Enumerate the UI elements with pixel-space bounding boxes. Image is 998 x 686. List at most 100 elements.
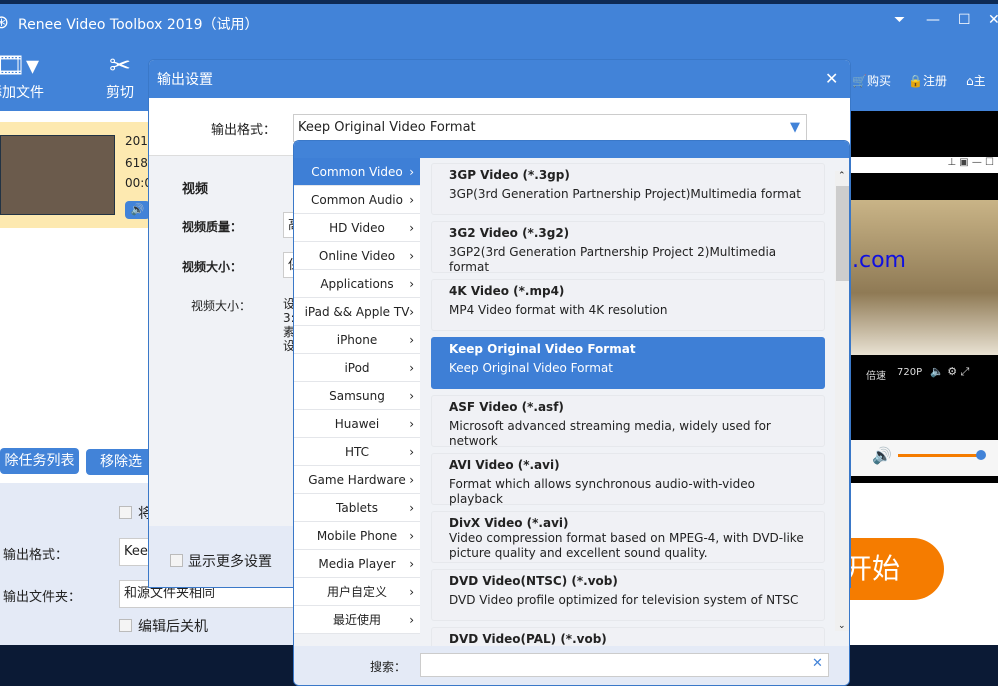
- category-label: Common Audio: [311, 193, 403, 207]
- category-item[interactable]: HTC ›: [294, 438, 420, 466]
- category-item[interactable]: Media Player ›: [294, 550, 420, 578]
- category-item[interactable]: iPhone ›: [294, 326, 420, 354]
- category-item[interactable]: Common Audio ›: [294, 186, 420, 214]
- volume-slider[interactable]: [898, 454, 982, 457]
- file-size: 618: [125, 156, 148, 170]
- format-item[interactable]: ASF Video (*.asf) Microsoft advanced stre…: [431, 395, 825, 448]
- player-window-bar: ⊥ ▣ — ☐: [850, 157, 998, 173]
- category-item[interactable]: 最近使用 ›: [294, 606, 420, 634]
- close-button[interactable]: ✕: [988, 12, 998, 28]
- video-thumbnail: [0, 135, 115, 215]
- chevron-right-icon: ›: [409, 221, 414, 235]
- chevron-right-icon: ›: [409, 361, 414, 375]
- format-title: 4K Video (*.mp4): [449, 284, 565, 298]
- chevron-right-icon: ›: [409, 389, 414, 403]
- quality-button[interactable]: 720P: [897, 367, 922, 378]
- category-item[interactable]: Mobile Phone ›: [294, 522, 420, 550]
- format-item[interactable]: 3G2 Video (*.3g2) 3GP2(3rd Generation Par…: [431, 221, 825, 274]
- dropdown-arrow-icon: ▼: [790, 120, 800, 135]
- volume-slider-handle[interactable]: [976, 450, 986, 460]
- chevron-right-icon: ›: [409, 585, 414, 599]
- lock-icon: 🔒: [908, 74, 923, 88]
- playback-controls: 🔊: [850, 440, 998, 476]
- format-item[interactable]: Keep Original Video Format Keep Original …: [431, 337, 825, 389]
- output-format-label: 输出格式：: [3, 548, 69, 563]
- format-title: 3GP Video (*.3gp): [449, 168, 570, 182]
- format-item[interactable]: 4K Video (*.mp4) MP4 Video format with 4K…: [431, 279, 825, 331]
- category-item[interactable]: iPad && Apple TV ›: [294, 298, 420, 326]
- category-item[interactable]: Game Hardware ›: [294, 466, 420, 494]
- player-volume-icon[interactable]: 🔈 ⚙ ⤢: [930, 365, 969, 379]
- remove-selected-button[interactable]: 移除选: [86, 449, 156, 475]
- chevron-right-icon: ›: [409, 249, 414, 263]
- search-label: 搜索：: [370, 660, 407, 674]
- minimize-button[interactable]: —: [926, 12, 940, 28]
- format-item[interactable]: AVI Video (*.avi) Format which allows syn…: [431, 453, 825, 506]
- chevron-right-icon: ›: [409, 445, 414, 459]
- chevron-right-icon: ›: [409, 305, 414, 319]
- chevron-right-icon: ›: [409, 193, 414, 207]
- category-item[interactable]: Tablets ›: [294, 494, 420, 522]
- category-label: HD Video: [329, 221, 385, 235]
- category-label: Mobile Phone: [316, 529, 398, 543]
- format-item[interactable]: 3GP Video (*.3gp) 3GP(3rd Generation Part…: [431, 163, 825, 215]
- video-section-title: 视频: [182, 182, 209, 197]
- category-item[interactable]: Huawei ›: [294, 410, 420, 438]
- clear-search-icon[interactable]: ✕: [812, 656, 823, 671]
- category-item[interactable]: Common Video ›: [294, 158, 420, 186]
- format-description: DVD Video profile optimized for televisi…: [449, 593, 799, 607]
- speed-button[interactable]: 倍速: [866, 367, 886, 382]
- merge-checkbox[interactable]: [119, 506, 132, 519]
- chevron-right-icon: ›: [409, 501, 414, 515]
- format-title: 3G2 Video (*.3g2): [449, 226, 570, 240]
- speaker-icon[interactable]: 🔊: [872, 446, 892, 465]
- home-icon: ⌂: [966, 74, 974, 88]
- show-more-label: 显示更多设置: [188, 554, 272, 570]
- chevron-right-icon: ›: [409, 557, 414, 571]
- add-file-button[interactable]: 🎞▾ 添加文件: [0, 50, 44, 102]
- format-title: AVI Video (*.avi): [449, 458, 560, 472]
- category-item[interactable]: 用户自定义 ›: [294, 578, 420, 606]
- category-label: 用户自定义: [326, 585, 387, 599]
- category-label: 最近使用: [332, 613, 381, 627]
- format-select-value: Keep Original Video Format: [298, 120, 476, 135]
- format-description: Video compression format based on MPEG-4…: [449, 531, 804, 560]
- clear-task-list-button[interactable]: 除任务列表: [0, 448, 79, 474]
- format-item[interactable]: DivX Video (*.avi) Video compression form…: [431, 511, 825, 563]
- dialog-header: 输出设置 ✕: [149, 60, 850, 98]
- search-bar: 搜索： ✕: [294, 646, 849, 685]
- dialog-close-icon[interactable]: ✕: [825, 69, 838, 88]
- menu-icon[interactable]: ⏷: [894, 12, 905, 28]
- scrollbar-thumb[interactable]: [836, 186, 849, 281]
- chevron-right-icon: ›: [409, 165, 414, 179]
- volume-icon[interactable]: 🔊: [125, 201, 150, 219]
- category-item[interactable]: iPod ›: [294, 354, 420, 382]
- format-item[interactable]: DVD Video(NTSC) (*.vob) DVD Video profile…: [431, 569, 825, 621]
- show-more-checkbox[interactable]: [170, 554, 183, 567]
- chevron-right-icon: ›: [409, 473, 414, 487]
- chevron-right-icon: ›: [409, 277, 414, 291]
- category-label: iPod: [344, 361, 370, 375]
- scroll-up-icon[interactable]: ⌃: [838, 171, 846, 181]
- category-item[interactable]: Samsung ›: [294, 382, 420, 410]
- scroll-down-icon[interactable]: ⌄: [838, 621, 846, 631]
- watermark-text: .com: [852, 248, 906, 273]
- category-item[interactable]: Online Video ›: [294, 242, 420, 270]
- film-add-icon: 🎞▾: [0, 51, 40, 81]
- shutdown-checkbox[interactable]: [119, 619, 132, 632]
- home-button[interactable]: ⌂主: [966, 72, 986, 89]
- cut-button[interactable]: ✂ 剪切: [106, 50, 134, 102]
- category-label: Game Hardware: [308, 473, 406, 487]
- buy-button[interactable]: 🛒购买: [852, 72, 891, 89]
- app-logo-icon: ⊛: [0, 12, 10, 33]
- format-title: Keep Original Video Format: [449, 342, 636, 356]
- format-description: Format which allows synchronous audio-wi…: [449, 477, 755, 506]
- maximize-button[interactable]: ☐: [958, 12, 971, 28]
- cart-icon: 🛒: [852, 74, 867, 88]
- format-description: 3GP2(3rd Generation Partnership Project …: [449, 245, 777, 274]
- format-select[interactable]: Keep Original Video Format ▼: [293, 114, 807, 142]
- category-item[interactable]: Applications ›: [294, 270, 420, 298]
- search-input[interactable]: [420, 653, 829, 677]
- category-item[interactable]: HD Video ›: [294, 214, 420, 242]
- register-button[interactable]: 🔒注册: [908, 72, 947, 89]
